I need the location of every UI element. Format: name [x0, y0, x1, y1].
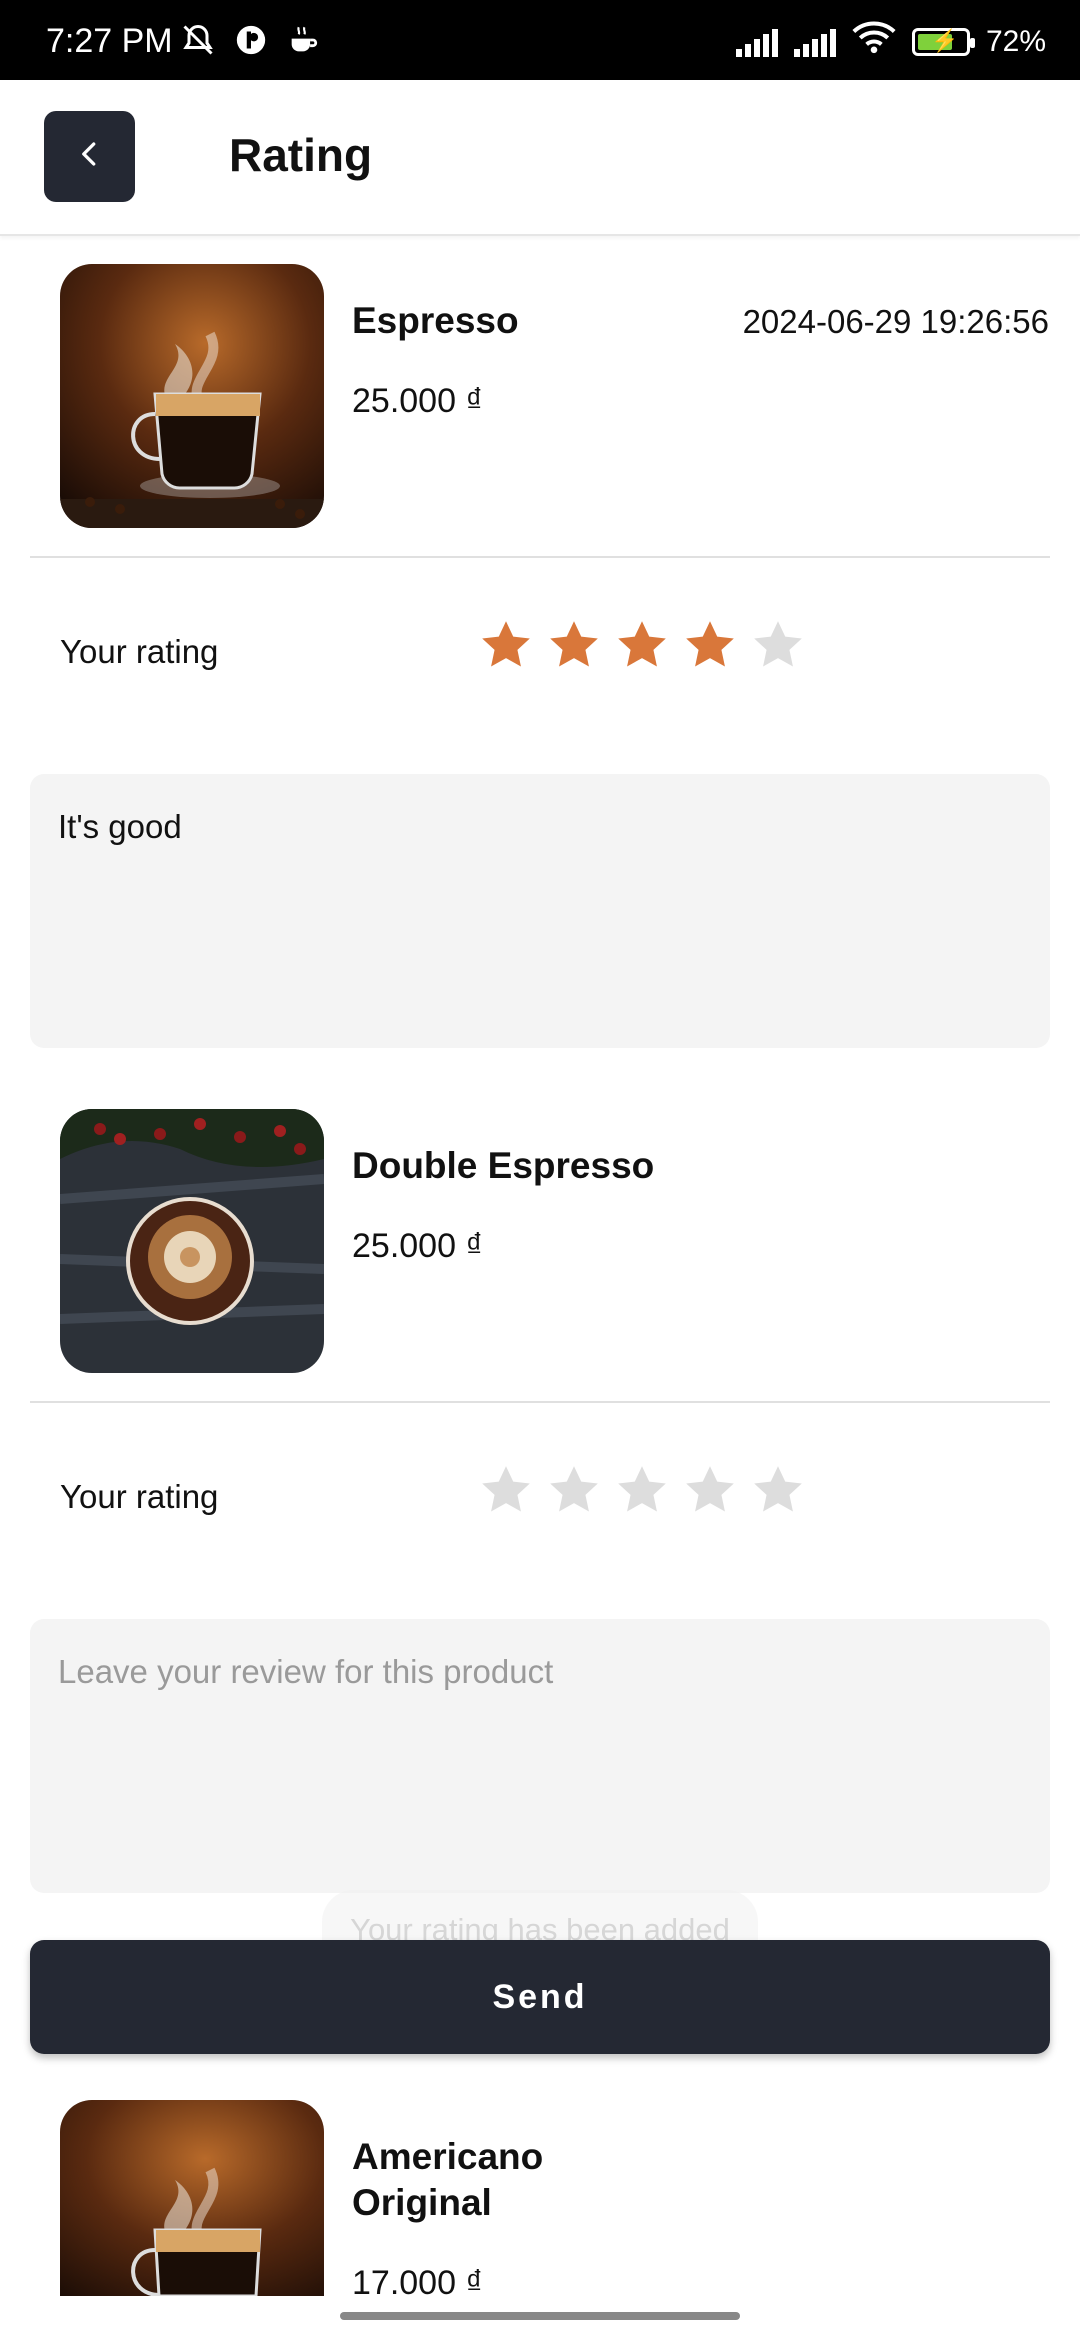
chevron-left-icon	[75, 139, 105, 174]
star-empty-icon[interactable]	[614, 1462, 670, 1518]
product-name: Espresso	[352, 300, 519, 341]
product-image-double-espresso	[60, 1109, 324, 1373]
review-input[interactable]	[30, 774, 1050, 1048]
status-bar: 7:27 PM ⚡ 72%	[0, 0, 1080, 80]
battery-percent: 72%	[985, 24, 1046, 58]
divider	[30, 1401, 1050, 1403]
muted-bell-icon	[180, 22, 216, 67]
product-price: 25.000 ₫	[352, 1227, 483, 1265]
star-empty-icon[interactable]	[750, 617, 806, 673]
wifi-icon	[852, 20, 896, 63]
status-icons-right: ⚡ 72%	[735, 20, 1046, 63]
signal-icon-2	[793, 27, 836, 57]
battery-icon: ⚡	[911, 27, 975, 56]
star-empty-icon[interactable]	[546, 1462, 602, 1518]
star-rating[interactable]	[478, 1462, 806, 1518]
back-button[interactable]	[44, 111, 135, 202]
product-image-americano	[60, 2100, 324, 2296]
product-image-espresso	[60, 264, 324, 528]
order-date: 2024-06-29 19:26:56	[742, 303, 1049, 340]
home-indicator	[340, 2312, 740, 2320]
divider	[30, 556, 1050, 558]
status-time: 7:27 PM	[46, 22, 173, 60]
rating-label: Your rating	[60, 1478, 219, 1515]
page-title: Rating	[229, 129, 373, 181]
star-rating[interactable]	[478, 617, 806, 673]
star-empty-icon[interactable]	[682, 1462, 738, 1518]
signal-icon	[735, 27, 778, 57]
product-price: 17.000 ₫	[352, 2264, 483, 2302]
star-filled-icon[interactable]	[546, 617, 602, 673]
coffee-cup-icon	[286, 23, 320, 66]
star-empty-icon[interactable]	[750, 1462, 806, 1518]
star-empty-icon[interactable]	[478, 1462, 534, 1518]
app-notification-icon	[234, 23, 268, 66]
star-filled-icon[interactable]	[478, 617, 534, 673]
review-input[interactable]	[30, 1619, 1050, 1893]
star-filled-icon[interactable]	[614, 617, 670, 673]
app-header: Rating	[0, 80, 1080, 236]
product-name: Americano Original	[352, 2136, 544, 2223]
product-price: 25.000 ₫	[352, 382, 483, 420]
status-icons-left	[180, 22, 320, 67]
rating-label: Your rating	[60, 633, 219, 670]
star-filled-icon[interactable]	[682, 617, 738, 673]
product-name: Double Espresso	[352, 1145, 655, 1186]
send-button[interactable]: Send	[30, 1940, 1050, 2054]
